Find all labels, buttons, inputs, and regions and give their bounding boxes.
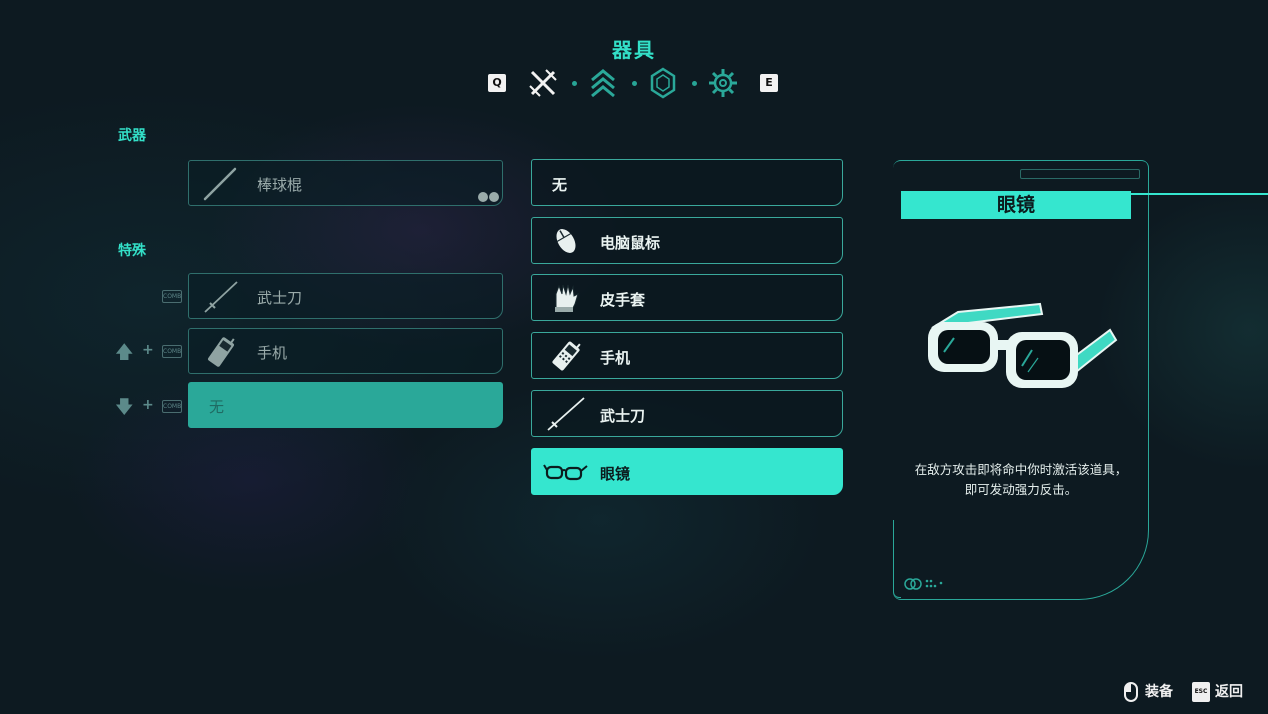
detail-title: 眼镜	[996, 194, 1035, 216]
plus-icon: +	[142, 342, 154, 358]
next-tab-key[interactable]: E	[760, 74, 778, 92]
mouse-click-icon	[1124, 682, 1138, 702]
item-none[interactable]: 无	[531, 159, 843, 206]
esc-key-icon: ESC	[1192, 682, 1210, 702]
special-slot-1[interactable]: 武士刀	[188, 273, 503, 319]
tab-separator	[692, 81, 697, 86]
detail-panel-frame	[893, 520, 901, 598]
combo-key-hint: COMB	[162, 400, 182, 413]
equip-button[interactable]: 装备	[1145, 682, 1173, 702]
detail-title-line	[1131, 193, 1268, 195]
item-label: 武士刀	[600, 407, 646, 425]
category-tabs: Q E	[484, 66, 784, 102]
glove-icon	[555, 284, 579, 312]
weapons-section-label: 武器	[118, 128, 146, 144]
plus-icon: +	[142, 397, 154, 413]
crossed-swords-icon[interactable]	[526, 66, 560, 100]
weapon-slot-label: 棒球棍	[257, 176, 303, 194]
rank-chevrons-icon[interactable]	[586, 66, 620, 100]
item-katana[interactable]: 武士刀	[531, 390, 843, 437]
prev-tab-key[interactable]: Q	[488, 74, 506, 92]
glasses-icon	[928, 302, 1118, 388]
item-glasses[interactable]: 眼镜	[531, 448, 843, 495]
gem-icon[interactable]	[646, 66, 680, 100]
combo-key-hint: COMB	[162, 290, 182, 303]
page-title: 器具	[612, 38, 656, 62]
special-slot-2[interactable]: 手机	[188, 328, 503, 374]
katana-icon	[547, 397, 585, 431]
item-label: 电脑鼠标	[600, 234, 661, 252]
arrow-up-icon: 🡅	[115, 342, 134, 363]
weapon-slot[interactable]: 棒球棍	[188, 160, 503, 206]
item-leather-glove[interactable]: 皮手套	[531, 274, 843, 321]
panel-deco-icon	[904, 578, 943, 590]
arrow-down-icon: 🡇	[115, 397, 134, 418]
katana-icon	[204, 281, 238, 313]
item-label: 眼镜	[600, 465, 631, 483]
detail-deco-bar	[1020, 169, 1140, 179]
combo-key-hint: COMB	[162, 345, 182, 358]
special-slot-2-label: 手机	[257, 344, 288, 362]
detail-description: 在敌方攻击即将命中你时激活该道具，即可发动强力反击。	[914, 462, 1128, 497]
special-section-label: 特殊	[118, 243, 146, 259]
special-slot-3-label: 无	[209, 398, 225, 416]
item-phone[interactable]: 手机	[531, 332, 843, 379]
mod-slots-icon	[478, 192, 499, 202]
special-slot-1-label: 武士刀	[257, 289, 303, 307]
bat-icon	[203, 167, 237, 201]
tab-separator	[632, 81, 637, 86]
back-button[interactable]: 返回	[1215, 682, 1243, 702]
special-slot-3[interactable]: 无	[188, 382, 503, 428]
tab-separator	[572, 81, 577, 86]
phone-icon	[552, 341, 581, 371]
gear-icon[interactable]	[706, 66, 740, 100]
item-label: 皮手套	[600, 291, 646, 309]
item-label: 手机	[600, 349, 631, 367]
glasses-icon	[543, 464, 588, 481]
mouse-icon	[556, 229, 576, 253]
phone-icon	[208, 337, 235, 367]
item-computer-mouse[interactable]: 电脑鼠标	[531, 217, 843, 264]
item-label: 无	[552, 176, 568, 194]
